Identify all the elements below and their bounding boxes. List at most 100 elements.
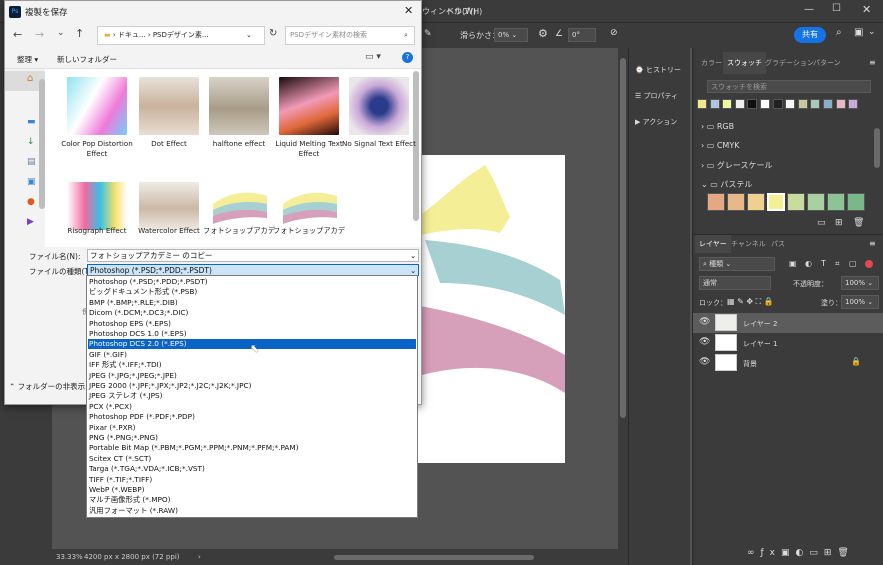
swatch[interactable] [823,99,833,109]
swatch[interactable] [747,99,758,109]
layer-name[interactable]: レイヤー 1 [743,339,777,349]
search-input[interactable]: PSDデザイン素材の検索 ⌕ [285,26,415,45]
swatch-search-input[interactable]: スウォッチを検索 [707,80,871,93]
swatch-group-pastel[interactable]: ⌄ ▭ パステル [701,179,752,190]
swatch[interactable] [810,99,821,109]
format-option[interactable]: ビッグドキュメント形式 (*.PSB) [88,287,416,297]
recent-chevron-icon[interactable]: ⌄ [57,28,65,38]
breadcrumb-documents[interactable]: ドキュ... [118,31,146,39]
workspace-icon[interactable]: ▣ [854,27,863,38]
swatch[interactable] [697,99,707,109]
format-option[interactable]: Scitex CT (*.SCT) [88,454,416,464]
swatch[interactable] [709,99,720,109]
layer-row-background[interactable]: 👁 背景 🔒 [693,353,883,373]
history-panel-button[interactable]: ⌚ ヒストリー [635,58,689,82]
new-group-icon[interactable]: ▭ [817,218,826,228]
format-option[interactable]: JPEG (*.JPG;*.JPEG;*.JPE) [88,371,416,381]
pastel-swatch[interactable] [767,193,785,211]
format-option[interactable]: PCX (*.PCX) [88,402,416,412]
swatch-group-rgb[interactable]: › ▭ RGB [701,122,734,131]
opacity-field[interactable]: 100% ⌄ [841,276,879,290]
visibility-eye-icon[interactable]: 👁 [699,317,710,327]
format-option[interactable]: Targa (*.TGA;*.VDA;*.ICB;*.VST) [88,464,416,474]
refresh-icon[interactable]: ↻ [269,28,277,39]
format-option[interactable]: マルチ画像形式 (*.MPO) [88,495,416,505]
pastel-swatch[interactable] [807,193,825,211]
format-option[interactable]: TIFF (*.TIF;*.TIFF) [88,475,416,485]
angle-field[interactable]: 0° [568,28,596,42]
blend-mode-select[interactable]: 通常 [699,276,771,290]
pastel-swatch[interactable] [727,193,745,211]
tab-patterns[interactable]: パターン [809,52,845,74]
swatch[interactable] [848,99,859,109]
zoom-level[interactable]: 33.33% [56,549,83,565]
view-icon[interactable]: ▭ ▾ [365,52,381,62]
address-bar[interactable]: ▬ › ドキュ... › PSDデザイン素... ⌄ [97,26,265,45]
help-icon[interactable]: ? [402,52,413,63]
layer-name[interactable]: レイヤー 2 [743,319,777,329]
filename-input[interactable]: フォトショップアカデミー のコピー ⌄ [87,249,419,262]
format-option[interactable]: Pixar (*.PXR) [88,423,416,433]
workspace-chevron-icon[interactable]: ⌄ [868,27,876,37]
properties-panel-button[interactable]: ☰ プロパティ [635,84,689,108]
breadcrumb-psd-folder[interactable]: PSDデザイン素... [153,31,209,39]
visibility-eye-icon[interactable]: 👁 [699,337,710,347]
share-button[interactable]: 共有 [794,27,826,43]
document-info[interactable]: 4200 px x 2800 px (72 ppi) [84,549,180,565]
visibility-eye-icon[interactable]: 👁 [699,357,710,367]
fill-field[interactable]: 100% ⌄ [841,295,879,309]
horizontal-scroll-thumb[interactable] [334,555,534,560]
pastel-swatch[interactable] [827,193,845,211]
vertical-scroll-thumb[interactable] [620,58,626,418]
swatch[interactable] [760,99,770,109]
swatch[interactable] [785,99,796,109]
maximize-icon[interactable]: ☐ [832,3,841,14]
layer-footer-icons[interactable]: ∞ƒx▣◐▭⊞🗑 [747,548,855,558]
pressure-icon[interactable]: ⊘ [610,28,618,38]
format-option[interactable]: 汎用フォーマット (*.RAW) [88,506,416,516]
up-arrow-icon[interactable]: ↑ [75,27,84,40]
format-option[interactable]: Photoshop EPS (*.EPS) [88,319,416,329]
actions-panel-button[interactable]: ▶ アクション [635,110,689,134]
filter-toggle-icon[interactable] [865,260,873,268]
pictures-icon[interactable]: ▣ [27,177,36,187]
menu-help[interactable]: ヘルプ(H) [446,6,482,17]
dialog-close-icon[interactable]: ✕ [404,4,413,17]
tab-channels[interactable]: チャンネル [727,235,770,253]
format-option[interactable]: Photoshop DCS 1.0 (*.EPS) [88,329,416,339]
swatch-group-cmyk[interactable]: › ▭ CMYK [701,141,739,150]
minimize-icon[interactable]: — [804,4,814,15]
format-option[interactable]: BMP (*.BMP;*.RLE;*.DIB) [88,298,416,308]
lock-pixels-icon[interactable]: ▦ ✎ ✥ ⛶ 🔒 [727,297,774,307]
new-folder-button[interactable]: 新しいフォルダー [57,54,117,65]
filter-image-icon[interactable]: ▣ [789,259,797,268]
layer-filter-select[interactable]: ⌕ 種類 ⌄ [699,257,775,271]
format-option[interactable]: Photoshop (*.PSD;*.PDD;*.PSDT) [88,277,416,287]
swatch[interactable] [772,99,783,109]
delete-swatch-icon[interactable]: 🗑 [853,218,864,228]
filter-adjust-icon[interactable]: ◐ [805,259,812,268]
pastel-swatch[interactable] [707,193,725,211]
download-icon[interactable]: ↓ [27,137,35,147]
music-icon[interactable]: ● [27,197,35,207]
smoothing-field[interactable]: 0% ⌄ [494,28,528,42]
organize-button[interactable]: 整理 ▾ [17,54,38,65]
documents-icon[interactable]: ▤ [27,157,36,167]
layer-row-1[interactable]: 👁 レイヤー 1 [693,333,883,353]
layers-menu-icon[interactable]: ≡ [869,239,876,248]
format-option[interactable]: Portable Bit Map (*.PBM;*.PGM;*.PPM;*.PN… [88,443,416,453]
tab-paths[interactable]: パス [767,235,789,253]
pastel-swatch[interactable] [847,193,865,211]
filter-smart-icon[interactable]: ▢ [849,259,857,268]
tab-layers[interactable]: レイヤー [695,235,731,253]
back-arrow-icon[interactable]: ← [13,28,22,41]
tab-color[interactable]: カラー [697,52,726,74]
filename-chevron-icon[interactable]: ⌄ [410,250,416,261]
layer-row-2[interactable]: 👁 レイヤー 2 [693,313,883,333]
pastel-swatch[interactable] [747,193,765,211]
format-option[interactable]: IFF 形式 (*.IFF;*.TDI) [88,360,416,370]
pastel-swatch[interactable] [787,193,805,211]
swatch[interactable] [797,99,808,109]
filter-type-icon[interactable]: T [821,259,826,268]
swatch-group-grayscale[interactable]: › ▭ グレースケール [701,160,772,171]
